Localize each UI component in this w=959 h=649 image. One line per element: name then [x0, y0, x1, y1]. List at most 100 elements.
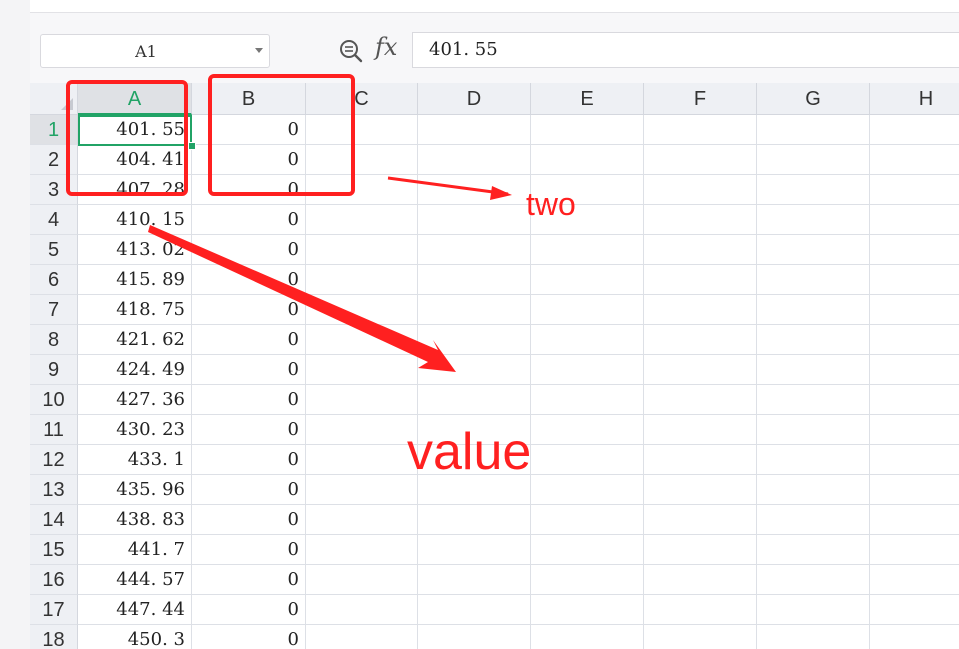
cell-f13[interactable]: [644, 475, 757, 505]
cell-c4[interactable]: [306, 205, 418, 235]
cell-h6[interactable]: [870, 265, 959, 295]
cell-d1[interactable]: [418, 115, 531, 145]
cell-h14[interactable]: [870, 505, 959, 535]
row-header[interactable]: 2: [30, 145, 78, 175]
chevron-down-icon[interactable]: [255, 48, 263, 53]
cell-f6[interactable]: [644, 265, 757, 295]
cell-g15[interactable]: [757, 535, 870, 565]
cell-d15[interactable]: [418, 535, 531, 565]
row-header[interactable]: 17: [30, 595, 78, 625]
cell-h11[interactable]: [870, 415, 959, 445]
cell-g18[interactable]: [757, 625, 870, 649]
row-header[interactable]: 13: [30, 475, 78, 505]
name-box[interactable]: A1: [40, 34, 270, 68]
cell-h10[interactable]: [870, 385, 959, 415]
cell-b4[interactable]: 0: [192, 205, 306, 235]
row-header[interactable]: 12: [30, 445, 78, 475]
cell-a9[interactable]: 424. 49: [78, 355, 192, 385]
cell-c3[interactable]: [306, 175, 418, 205]
cell-d14[interactable]: [418, 505, 531, 535]
cell-c5[interactable]: [306, 235, 418, 265]
cell-g17[interactable]: [757, 595, 870, 625]
cell-g1[interactable]: [757, 115, 870, 145]
column-header-b[interactable]: B: [192, 83, 306, 115]
cell-f14[interactable]: [644, 505, 757, 535]
cell-d2[interactable]: [418, 145, 531, 175]
cell-d10[interactable]: [418, 385, 531, 415]
cell-c15[interactable]: [306, 535, 418, 565]
cell-f5[interactable]: [644, 235, 757, 265]
row-header[interactable]: 1: [30, 115, 78, 145]
cell-h3[interactable]: [870, 175, 959, 205]
cell-d9[interactable]: [418, 355, 531, 385]
cell-c6[interactable]: [306, 265, 418, 295]
row-header[interactable]: 5: [30, 235, 78, 265]
cell-f10[interactable]: [644, 385, 757, 415]
cell-h7[interactable]: [870, 295, 959, 325]
cell-b18[interactable]: 0: [192, 625, 306, 649]
cell-g8[interactable]: [757, 325, 870, 355]
cell-g7[interactable]: [757, 295, 870, 325]
cell-e15[interactable]: [531, 535, 644, 565]
cell-b13[interactable]: 0: [192, 475, 306, 505]
cell-b10[interactable]: 0: [192, 385, 306, 415]
cell-c1[interactable]: [306, 115, 418, 145]
cell-b15[interactable]: 0: [192, 535, 306, 565]
cell-h9[interactable]: [870, 355, 959, 385]
cell-f1[interactable]: [644, 115, 757, 145]
cell-a1[interactable]: 401. 55: [78, 115, 192, 145]
cell-b8[interactable]: 0: [192, 325, 306, 355]
cell-a14[interactable]: 438. 83: [78, 505, 192, 535]
cell-b12[interactable]: 0: [192, 445, 306, 475]
cell-a17[interactable]: 447. 44: [78, 595, 192, 625]
cell-f7[interactable]: [644, 295, 757, 325]
cell-d5[interactable]: [418, 235, 531, 265]
cell-h5[interactable]: [870, 235, 959, 265]
cell-c11[interactable]: [306, 415, 418, 445]
cell-a7[interactable]: 418. 75: [78, 295, 192, 325]
cell-e7[interactable]: [531, 295, 644, 325]
cell-g14[interactable]: [757, 505, 870, 535]
cell-g6[interactable]: [757, 265, 870, 295]
cell-f15[interactable]: [644, 535, 757, 565]
zoom-icon[interactable]: [338, 38, 364, 64]
cell-h16[interactable]: [870, 565, 959, 595]
cell-a8[interactable]: 421. 62: [78, 325, 192, 355]
cell-e1[interactable]: [531, 115, 644, 145]
cell-e11[interactable]: [531, 415, 644, 445]
cell-f3[interactable]: [644, 175, 757, 205]
cell-a15[interactable]: 441. 7: [78, 535, 192, 565]
cell-b9[interactable]: 0: [192, 355, 306, 385]
cell-h8[interactable]: [870, 325, 959, 355]
cell-e12[interactable]: [531, 445, 644, 475]
cell-g16[interactable]: [757, 565, 870, 595]
cell-b2[interactable]: 0: [192, 145, 306, 175]
cell-f18[interactable]: [644, 625, 757, 649]
cell-g12[interactable]: [757, 445, 870, 475]
column-header-c[interactable]: C: [306, 83, 418, 115]
cell-c8[interactable]: [306, 325, 418, 355]
row-header[interactable]: 14: [30, 505, 78, 535]
cell-h13[interactable]: [870, 475, 959, 505]
cell-g5[interactable]: [757, 235, 870, 265]
cell-b16[interactable]: 0: [192, 565, 306, 595]
cell-b6[interactable]: 0: [192, 265, 306, 295]
cell-e18[interactable]: [531, 625, 644, 649]
cell-a3[interactable]: 407. 28: [78, 175, 192, 205]
cell-d6[interactable]: [418, 265, 531, 295]
cell-e6[interactable]: [531, 265, 644, 295]
cell-b3[interactable]: 0: [192, 175, 306, 205]
cell-g4[interactable]: [757, 205, 870, 235]
cell-e8[interactable]: [531, 325, 644, 355]
cell-a13[interactable]: 435. 96: [78, 475, 192, 505]
cell-e2[interactable]: [531, 145, 644, 175]
cell-h12[interactable]: [870, 445, 959, 475]
row-header[interactable]: 6: [30, 265, 78, 295]
cell-g10[interactable]: [757, 385, 870, 415]
cell-g9[interactable]: [757, 355, 870, 385]
cell-h2[interactable]: [870, 145, 959, 175]
cell-b5[interactable]: 0: [192, 235, 306, 265]
cell-c7[interactable]: [306, 295, 418, 325]
cell-c17[interactable]: [306, 595, 418, 625]
cell-f4[interactable]: [644, 205, 757, 235]
